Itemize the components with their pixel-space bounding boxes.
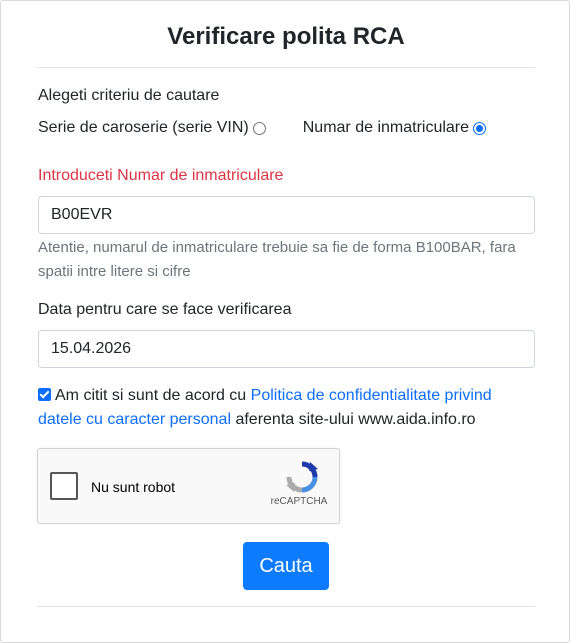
recaptcha-label: Nu sunt robot [91,479,176,495]
divider-bottom [37,606,535,607]
criteria-radio-group: Serie de caroserie (serie VIN) Numar de … [38,119,487,137]
search-button[interactable]: Cauta [243,542,329,590]
plate-help-text: Atentie, numarul de inmatriculare trebui… [38,239,516,280]
plate-input[interactable]: B00EVR [38,196,535,234]
plate-label: Introduceti Numar de inmatriculare [38,167,284,184]
recaptcha-brand: reCAPTCHA [270,496,328,507]
consent-prefix: Am citit si sunt de acord cu [55,387,247,404]
date-label: Data pentru care se face verificarea [38,301,292,318]
recaptcha-widget: Nu sunt robot reCAPTCHA [37,448,340,524]
radio-option-vin[interactable]: Serie de caroserie (serie VIN) [38,119,266,137]
consent-checkbox[interactable] [38,388,51,401]
page-title: Verificare polita RCA [167,23,405,50]
divider [37,67,535,68]
radio-plate[interactable] [473,121,487,135]
criteria-label: Alegeti criteriu de cautare [38,87,220,104]
date-input[interactable]: 15.04.2026 [38,330,535,368]
radio-option-plate[interactable]: Numar de inmatriculare [302,119,487,137]
recaptcha-checkbox[interactable] [50,472,78,500]
radio-plate-label: Numar de inmatriculare [302,119,470,136]
consent-suffix: aferenta site-ului www.aida.info.ro [235,411,476,428]
radio-vin-label: Serie de caroserie (serie VIN) [38,119,249,136]
recaptcha-logo-icon [286,461,318,493]
consent-block: Am citit si sunt de acord cu Politica de… [38,384,538,432]
radio-vin[interactable] [252,121,266,135]
form-card: Verificare polita RCA Alegeti criteriu d… [0,0,570,643]
